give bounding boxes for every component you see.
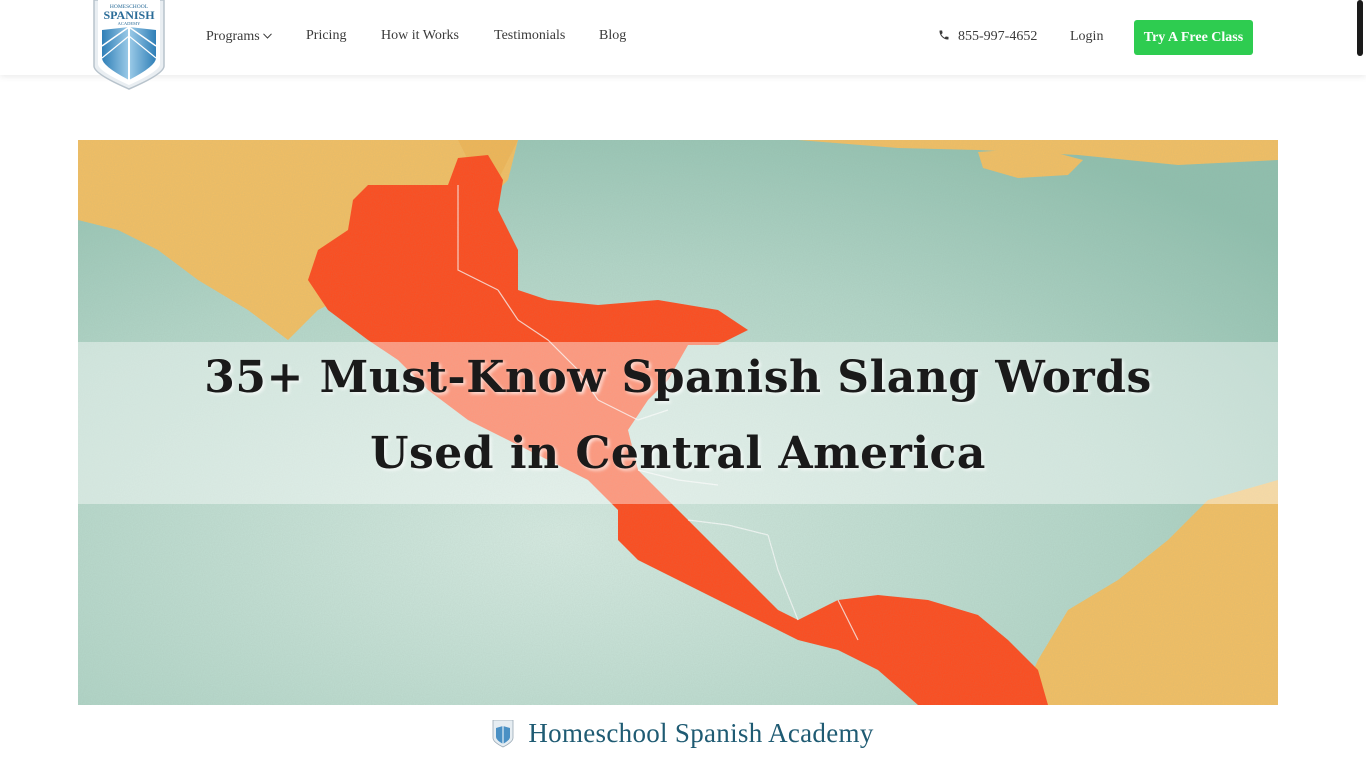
site-header: Programs Pricing How it Works Testimonia… <box>0 0 1366 75</box>
logo-text-main: SPANISH <box>103 8 155 22</box>
hero-title-line1: 35+ Must-Know Spanish Slang Words <box>204 352 1152 403</box>
brand-caption: Homeschool Spanish Academy <box>0 718 1366 754</box>
chevron-down-icon <box>262 28 272 44</box>
hero-image: 35+ Must-Know Spanish Slang Words Used i… <box>78 140 1278 705</box>
phone-link[interactable]: 855-997-4652 <box>938 29 1037 45</box>
nav-programs[interactable]: Programs <box>206 28 272 45</box>
nav-pricing[interactable]: Pricing <box>306 28 346 44</box>
brand-shield-icon <box>492 719 514 747</box>
phone-number: 855-997-4652 <box>958 29 1038 44</box>
try-free-class-button[interactable]: Try A Free Class <box>1134 20 1253 55</box>
scrollbar-thumb[interactable] <box>1357 0 1363 56</box>
logo-text-bottom: ACADEMY <box>118 21 142 26</box>
nav-programs-label: Programs <box>206 29 260 44</box>
nav-testimonials[interactable]: Testimonials <box>494 28 565 44</box>
hero-title-line2: Used in Central America <box>370 428 986 479</box>
site-logo[interactable]: HOMESCHOOL SPANISH ACADEMY <box>92 0 166 90</box>
phone-icon <box>939 30 949 40</box>
nav-how-it-works[interactable]: How it Works <box>381 28 459 44</box>
nav-blog[interactable]: Blog <box>599 28 626 44</box>
login-link[interactable]: Login <box>1070 29 1103 45</box>
brand-name: Homeschool Spanish Academy <box>528 718 874 748</box>
